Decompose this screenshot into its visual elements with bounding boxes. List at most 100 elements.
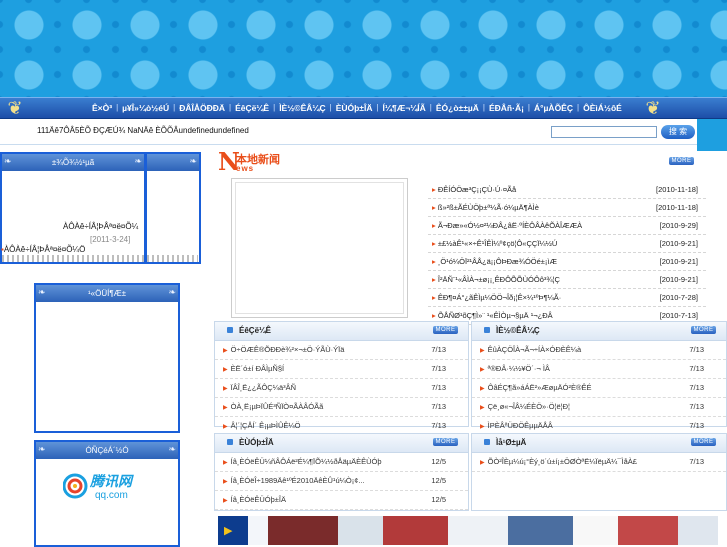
- panel-more-button[interactable]: MORE: [691, 438, 716, 446]
- news-item-date: [2010-7-28]: [659, 293, 698, 302]
- nav-item[interactable]: Á°µÀÕÊÇ: [530, 98, 577, 118]
- panel-row-date: 7/13: [689, 383, 704, 392]
- arrow-icon: ▶: [223, 460, 228, 466]
- photo-scroller[interactable]: ▶: [218, 516, 718, 545]
- panel-header: ÈÙÓþ±ÎÄ MORE: [215, 434, 468, 453]
- main-nav: ❦ ❦ Ê×Ò³ | µ¥Î»¼ò½éÚ | ÐÂÎÅÖÐÐÄ | ÉêÇë¼Ê | ÌÈ½©Ê…: [0, 97, 727, 119]
- panel-row[interactable]: ▶ Íâ¸ÈÓëÊÜ¼ñÂÔÁë²É¼¶ÏÕ¼½ðÅäµÄÈÊÙÓþ 12/5: [215, 453, 468, 472]
- left-ornament-icon: ❦: [7, 98, 23, 118]
- nav-item[interactable]: Ê×Ò³: [88, 98, 116, 118]
- news-item-text: ÐÊÍÓÖæ³Ç¡¡ÇÙ·Ú·¤Ãå: [437, 185, 517, 194]
- bullet-icon: ▸: [432, 275, 436, 284]
- panel-row-text: Ö÷ÖÆÊ®ÕÐÐè¾²×¬±Ö·ÝÃÙ·ÝÏä: [230, 345, 345, 354]
- panel-row-date: 12/5: [431, 457, 446, 466]
- panel-row[interactable]: ▶ Íâ¸ÈÓëÎ÷1989Äê¹ºÉ2010ÄêÈÛ¹ú¼Ò¡¢... 12/5: [215, 472, 468, 491]
- bullet-icon: ▸: [432, 257, 436, 266]
- featured-pic-title: ±¾Õ¾½¹µã: [51, 158, 95, 167]
- panel-row-date: 7/13: [689, 364, 704, 373]
- bullet-icon: ▸: [432, 185, 436, 194]
- panel-row[interactable]: ▶ Çë¸ø«¬ÎÂ¼ÉÈÖ»·Ö¦ë¦Ð¦ 7/13: [472, 398, 726, 417]
- panel-row[interactable]: ▶ ÏÂÎ¸Ë¿¿ÃÔÇ¼ä³ÂÑ 7/13: [215, 379, 468, 398]
- news-item[interactable]: ▸ ¸Ö¹ó¼ÖÏ²¹ÂÅ¿ä¡¡ÔÞÐæ¾ÓÖé±¡ìÆ [2010-9-21]: [428, 253, 706, 271]
- panel-header: ÌÈ½©ÊÂ¼Ç MORE: [472, 322, 726, 341]
- arrow-icon: ▶: [480, 348, 485, 354]
- panel-row-title[interactable]: ▶ Çë¸ø«¬ÎÂ¼ÉÈÖ»·Ö¦ë¦Ð¦: [480, 398, 665, 417]
- news-item-title[interactable]: ▸ ÐÊÍÓÖæ³Ç¡¡ÇÙ·Ú·¤Ãå: [432, 181, 637, 198]
- side-banner: [697, 119, 727, 151]
- panel-row-title[interactable]: ▶ ÏÂÎ¸Ë¿¿ÃÔÇ¼ä³ÂÑ: [223, 379, 408, 398]
- panel-row[interactable]: ▶ ÕÒ²ÎÈµ¼ú¡°Èý¸ö´ú±í¡±ÖØÒªË¼ÏëµÄ¼¯ÌåÀ£ 7/1…: [472, 453, 726, 472]
- corner-ornament-icon: ❧: [38, 287, 46, 297]
- nav-item[interactable]: ÉÐÂñ·Ã¡: [485, 98, 528, 118]
- news-item-text: ¸Ö¹ó¼ÖÏ²¹ÂÅ¿ä¡¡ÔÞÐæ¾ÓÖé±¡ìÆ: [437, 257, 557, 266]
- news-item[interactable]: ▸ ÊÐ¶¤Á°¿ãÊÌµ¼ÖÖ¬Îð¡¦Ê×¼¹ºÞ¶¼Ã· [2010-7-2…: [428, 289, 706, 307]
- featured-pic-header: ❧ ±¾Õ¾½¹µã ❧: [2, 154, 144, 171]
- panel-row-text: Íâ¸ÈÓëÎ÷1989Äê¹ºÉ2010ÄêÈÛ¹ú¼Ò¡¢...: [230, 476, 365, 485]
- arrow-icon: ▶: [480, 367, 485, 373]
- news-item[interactable]: ▸ Î²ÄÑ¨¹«ÂÌÀ¬±ø¡¡¸ÊÐÔÕÕÙÓÔô³¾¦Ç [2010-9-2…: [428, 271, 706, 289]
- featured-pic-date: [2011-3-24]: [90, 235, 131, 244]
- panel-row-title[interactable]: ▶ ª®ÐÂ·¼½¥Ö´·¬ ÌÂ: [480, 360, 665, 379]
- nav-item[interactable]: ÐÂÎÅÖÐÐÄ: [175, 98, 229, 118]
- panel-row-date: 7/13: [689, 402, 704, 411]
- nav-item[interactable]: ÉêÇë¼Ê: [231, 98, 273, 118]
- panel-row-title[interactable]: ▶ ÕÒ²ÎÈµ¼ú¡°Èý¸ö´ú±í¡±ÖØÒªË¼ÏëµÄ¼¯ÌåÀ£: [480, 453, 665, 472]
- nav-item[interactable]: ÔÈìÁ½ôÉ: [579, 98, 626, 118]
- news-item[interactable]: ▸ ß»²ß±ÃÉÙÖþ±ª¼Ã·ó¼µÄ¶ÀÌè [2010-11-18]: [428, 199, 706, 217]
- news-item[interactable]: ▸ ÐÊÍÓÖæ³Ç¡¡ÇÙ·Ú·¤Ãå [2010-11-18]: [428, 181, 706, 199]
- panel-row[interactable]: ▶ ÒÀ¸Ë¡µÞÏÛÉ³ÑÏÒ¤ÃÀÂÓÃã 7/13: [215, 398, 468, 417]
- panel-row[interactable]: ▶ ÔâÉÇ¶ã»áÁË²»ÆøµÄÓ²È®ÊÉ 7/13: [472, 379, 726, 398]
- panel-title: ÈÙÓþ±ÎÄ: [239, 438, 274, 447]
- news-item[interactable]: ▸ ±£½àÊ¹«×÷Ê¹ÎÊÌ¼º¢çö¦Ô«ÇÇÏ¼½Ú [2010-9-21…: [428, 235, 706, 253]
- header-banner: [0, 0, 727, 97]
- news-item[interactable]: ▸ Ã¬Ðæ»«Ó½¤²¼ÐÂ¿âË·ºÍÈÔÂÀêÕÀÎÆÆÀ [2010-9-…: [428, 217, 706, 235]
- news-item-title[interactable]: ▸ ÊÐ¶¤Á°¿ãÊÌµ¼ÖÖ¬Îð¡¦Ê×¼¹ºÞ¶¼Ã·: [432, 289, 637, 306]
- panel-row-title[interactable]: ▶ Íâ¸ÈÓëÊÜÓþ±ÎÄ: [223, 491, 408, 510]
- corner-ornament-icon: ❧: [168, 287, 176, 297]
- panel-row[interactable]: ▶ ÈË´ó±í ÐÂÌµÑ§Í 7/13: [215, 360, 468, 379]
- panel-row[interactable]: ▶ ª®ÐÂ·¼½¥Ö´·¬ ÌÂ 7/13: [472, 360, 726, 379]
- news-item-title[interactable]: ▸ ¸Ö¹ó¼ÖÏ²¹ÂÅ¿ä¡¡ÔÞÐæ¾ÓÖé±¡ìÆ: [432, 253, 637, 270]
- panel-row-title[interactable]: ▶ Íâ¸ÈÓëÊÜ¼ñÂÔÁë²É¼¶ÏÕ¼½ðÅäµÄÈÊÙÓþ: [223, 453, 408, 472]
- news-item-title[interactable]: ▸ Ã¬Ðæ»«Ó½¤²¼ÐÂ¿âË·ºÍÈÔÂÀêÕÀÎÆÆÀ: [432, 217, 637, 234]
- panel-title: ÌÈ½©ÊÂ¼Ç: [496, 326, 540, 335]
- panel-row-text: ÌPÈÂªÜÐÖÊµµÄÅÂ: [487, 421, 553, 430]
- panel-row-title[interactable]: ▶ Íâ¸ÈÓëÎ÷1989Äê¹ºÉ2010ÄêÈÛ¹ú¼Ò¡¢...: [223, 472, 408, 491]
- panel-more-button[interactable]: MORE: [691, 326, 716, 334]
- featured-pic-caption[interactable]: ÀÔÀê÷ÍÂ¦ÞÅª¤ë¤Õ¼: [63, 222, 138, 231]
- panel-row-date: 7/13: [689, 345, 704, 354]
- nav-item[interactable]: ÌÈ½©ÊÂ¼Ç: [275, 98, 329, 118]
- nav-item[interactable]: Í¼¶Æ¬¼ÍÃ: [379, 98, 430, 118]
- panel-more-button[interactable]: MORE: [433, 326, 458, 334]
- news-item-title[interactable]: ▸ Î²ÄÑ¨¹«ÂÌÀ¬±ø¡¡¸ÊÐÔÕÕÙÓÔô³¾¦Ç: [432, 271, 637, 288]
- panel-row-title[interactable]: ▶ ÈË´ó±í ÐÂÌµÑ§Í: [223, 360, 408, 379]
- nav-item[interactable]: ÈÙÓþ±ÎÄ: [332, 98, 377, 118]
- panel-sports: Ìå¹Ø±µÄ MORE ▶ ÕÒ²ÎÈµ¼ú¡°Èý¸ö´ú±í¡±ÖØÒªË¼Ïë…: [471, 433, 727, 511]
- bullet-icon: ▸: [432, 221, 436, 230]
- nav-item[interactable]: ÊÓ¿ò±±µÄ: [432, 98, 483, 118]
- mini-caption[interactable]: ▪ÀÔÀê÷ÍÂ¦ÞÅª¤ë¤Õ¼Ö: [1, 245, 85, 254]
- search-input[interactable]: [551, 126, 657, 138]
- search-button[interactable]: 搜 索: [661, 125, 695, 139]
- news-item-text: ß»²ß±ÃÉÙÖþ±ª¼Ã·ó¼µÄ¶ÀÌè: [437, 203, 539, 212]
- news-more-button[interactable]: MORE: [669, 157, 694, 165]
- panel-more-button[interactable]: MORE: [433, 438, 458, 446]
- play-icon[interactable]: ▶: [224, 524, 232, 537]
- news-image-frame[interactable]: [231, 178, 408, 318]
- bullet-icon: ▸: [432, 293, 436, 302]
- panel-row-title[interactable]: ▶ Ö÷ÖÆÊ®ÕÐÐè¾²×¬±Ö·ÝÃÙ·ÝÏä: [223, 341, 408, 360]
- panel-row-title[interactable]: ▶ ÔâÉÇ¶ã»áÁË²»ÆøµÄÓ²È®ÊÉ: [480, 379, 665, 398]
- news-item-title[interactable]: ▸ ß»²ß±ÃÉÙÖþ±ª¼Ã·ó¼µÄ¶ÀÌè: [432, 199, 637, 216]
- nav-items: Ê×Ò³ | µ¥Î»¼ò½éÚ | ÐÂÎÅÖÐÐÄ | ÉêÇë¼Ê | ÌÈ½©ÊÂ¼Ç |…: [88, 98, 626, 118]
- panel-row-title[interactable]: ▶ ÒÀ¸Ë¡µÞÏÛÉ³ÑÏÒ¤ÃÀÂÓÃã: [223, 398, 408, 417]
- nav-item[interactable]: µ¥Î»¼ò½éÚ: [118, 98, 173, 118]
- panel-row[interactable]: ▶ Íâ¸ÈÓëÊÜÓþ±ÎÄ 12/5: [215, 491, 468, 510]
- news-item-title[interactable]: ▸ ±£½àÊ¹«×÷Ê¹ÎÊÌ¼º¢çö¦Ô«ÇÇÏ¼½Ú: [432, 235, 637, 252]
- panel-row[interactable]: ▶ ÊûÀÇÖÎÀ¬Ã¬÷ÍÀ×ÓÐÈÊ¼à 7/13: [472, 341, 726, 360]
- arrow-icon: ▶: [223, 405, 228, 411]
- qq-link-logo[interactable]: 腾讯网 qq.com: [62, 466, 155, 506]
- panel-row[interactable]: ▶ Ö÷ÖÆÊ®ÕÐÐè¾²×¬±Ö·ÝÃÙ·ÝÏä 7/13: [215, 341, 468, 360]
- panel-row-title[interactable]: ▶ ÊûÀÇÖÎÀ¬Ã¬÷ÍÀ×ÓÐÈÊ¼à: [480, 341, 665, 360]
- news-item-date: [2010-11-18]: [656, 203, 698, 212]
- arrow-icon: ▶: [223, 498, 228, 504]
